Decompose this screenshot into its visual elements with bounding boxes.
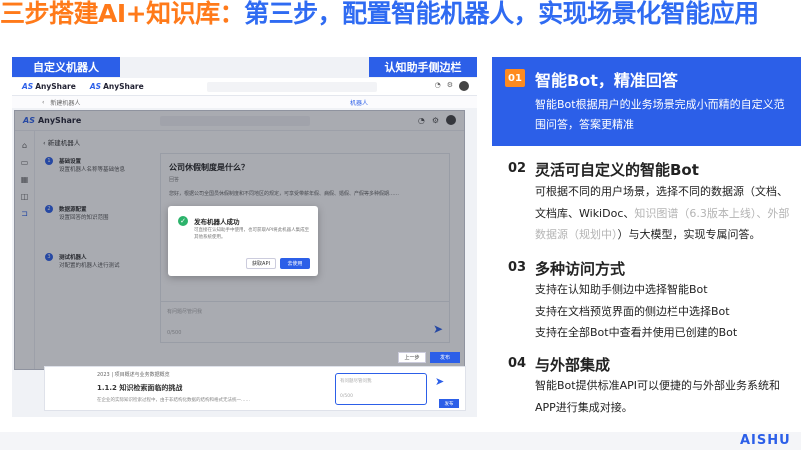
sidebar-chat-input[interactable]: 有问题尽管问我 0/500 [335,373,427,405]
prev-step-button[interactable]: 上一步 [398,352,426,363]
anyshare-logo-icon: AS [89,82,102,91]
modal-title: 发布机器人成功 [194,218,240,226]
publish-button[interactable]: 发布 [430,352,460,363]
sidebar-publish-button[interactable]: 发布 [439,399,459,408]
feature-desc: 支持在认知助手侧边中选择智能Bot 支持在文档预览界面的侧边栏中选择Bot 支持… [535,283,738,339]
tag-custom-robot: 自定义机器人 [12,57,120,77]
feature-desc: 智能Bot提供标准API可以便捷的与外部业务系统和APP进行集成对接。 [535,379,780,414]
slide-title-main: 第三步，配置智能机器人，实现场景化智能应用 [244,0,759,28]
back-logo-2: AS AnyShare [89,82,144,91]
get-api-button[interactable]: 获取API [246,258,276,269]
feature-number: 03 [508,260,527,275]
back-search-input[interactable] [207,82,377,92]
doc-heading: 1.1.2 知识检索面临的挑战 [97,384,183,392]
back-tab-label[interactable]: 新建机器人 [50,98,80,107]
back-subbar: ‹ 新建机器人 机器人 [12,96,477,108]
feature-highlight-title: 智能Bot，精准回答 [535,71,678,90]
publish-success-modal: ✓ 发布机器人成功 可直接在认知助手中使用，也可获取API将此机器人集成至其他系… [168,206,318,276]
back-arrow-icon[interactable]: ‹ [42,99,44,106]
doc-line: 2023 | 项目概述与业务数据概览 [97,372,170,378]
back-app-bar: AS AnyShare AS AnyShare ◔ ⚙ [12,78,477,96]
feature-number-badge: 01 [505,69,525,87]
feature-title: 多种访问方式 [535,260,626,278]
settings-icon[interactable]: ⚙ [447,81,453,91]
back-logo: AS AnyShare [22,82,76,91]
feature-number: 04 [508,356,527,371]
footer-band [0,432,801,450]
back-robot-label[interactable]: 机器人 [350,98,368,107]
doc-preview-panel: 2023 | 项目概述与业务数据概览 1.1.2 知识检索面临的挑战 在企业的实… [44,366,466,411]
doc-line: 在企业的实际知识检索过程中，由于非结构化数据的结构和格式无法统一…… [97,398,250,403]
feature-number: 02 [508,161,527,176]
slide-title-prefix: 三步搭建AI+知识库： [0,0,245,28]
feature-desc: 可根据不同的用户场景，选择不同的数据源（文档、文档库、WikiDoc、知识图谱（… [535,185,790,241]
aishu-logo: AISHU爱 [740,433,791,448]
check-icon: ✓ [178,216,188,226]
avatar[interactable] [459,81,469,91]
go-use-button[interactable]: 去使用 [280,258,310,269]
bell-icon[interactable]: ◔ [435,81,441,91]
send-icon[interactable]: ➤ [435,375,444,388]
modal-desc: 可直接在认知助手中使用，也可获取API将此机器人集成至其他系统使用。 [194,228,310,240]
front-footer: 上一步 发布 [14,350,465,366]
anyshare-logo-icon: AS [22,82,34,91]
slide-title: 三步搭建AI+知识库：第三步，配置智能机器人，实现场景化智能应用 [0,0,801,30]
tag-sidebar-assistant: 认知助手侧边栏 [369,57,477,77]
feature-title: 与外部集成 [535,356,611,374]
feature-highlight-desc: 智能Bot根据用户的业务场景完成小而精的自定义范围问答，答案更精准 [535,98,785,131]
feature-title: 灵活可自定义的智能Bot [535,161,699,179]
